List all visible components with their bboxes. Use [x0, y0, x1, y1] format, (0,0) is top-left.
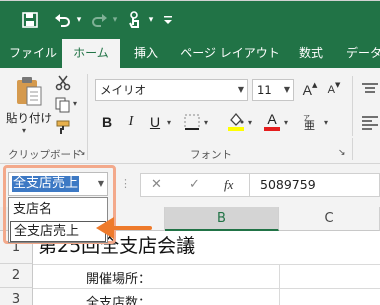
- formula-bar-grip-icon[interactable]: ⋮: [120, 178, 131, 190]
- cell-a2[interactable]: 開催場所：: [86, 268, 151, 287]
- tab-file[interactable]: ファイル: [6, 38, 60, 68]
- italic-button[interactable]: I: [122, 112, 140, 132]
- top-align-icon[interactable]: [360, 80, 380, 100]
- tab-home[interactable]: ホーム: [62, 39, 120, 68]
- copy-dropdown-icon[interactable]: ▾: [73, 99, 77, 108]
- clipboard-group-label: クリップボード: [8, 149, 82, 161]
- row-header-3[interactable]: 3: [0, 288, 33, 305]
- ribbon: 貼り付け ▾ ▾ クリップボード ↘ メイリオ ▼ 11 ▼ A ▲ A ▼ B I…: [0, 68, 380, 164]
- copy-icon[interactable]: [54, 96, 72, 114]
- underline-dropdown-icon[interactable]: ▾: [167, 118, 171, 127]
- undo-icon[interactable]: [52, 9, 74, 31]
- tab-data[interactable]: データ: [340, 38, 380, 68]
- font-group-label: フォント: [190, 149, 232, 161]
- svg-text:亜: 亜: [304, 120, 315, 131]
- undo-dropdown-icon[interactable]: ▾: [74, 9, 84, 31]
- font-name-value: メイリオ: [100, 83, 146, 97]
- group-separator: [87, 74, 88, 160]
- quick-access-toolbar: ▾ ▾ ▾: [0, 0, 380, 38]
- cancel-formula-button[interactable]: ✕: [151, 177, 162, 192]
- tab-formulas[interactable]: 数式: [286, 38, 336, 68]
- tab-insert[interactable]: 挿入: [122, 38, 170, 68]
- increase-font-size-icon[interactable]: A ▲: [300, 80, 320, 100]
- insert-function-button[interactable]: fx: [224, 177, 233, 193]
- decrease-font-size-icon[interactable]: A ▼: [324, 80, 344, 100]
- ribbon-tabs: ファイル ホーム 挿入 ページ レイアウト 数式 データ: [0, 38, 380, 68]
- font-color-dropdown-icon[interactable]: ▾: [284, 118, 288, 127]
- touch-mode-dropdown-icon[interactable]: ▾: [146, 9, 156, 31]
- clipboard-launcher-icon[interactable]: ↘: [78, 148, 86, 158]
- touch-mode-icon[interactable]: [124, 9, 146, 31]
- chevron-down-icon: ▼: [283, 85, 290, 94]
- bold-button[interactable]: B: [98, 112, 116, 132]
- font-size-select[interactable]: 11 ▼: [252, 79, 294, 101]
- font-name-select[interactable]: メイリオ ▼: [95, 79, 248, 101]
- fill-color-dropdown-icon[interactable]: ▾: [248, 118, 252, 127]
- redo-dropdown-icon[interactable]: ▾: [110, 9, 120, 31]
- group-separator: [352, 76, 353, 136]
- chevron-down-icon: ▼: [237, 85, 244, 94]
- fill-color-icon[interactable]: [226, 110, 246, 132]
- formula-bar-buttons: ✕ ✓ fx: [140, 173, 250, 197]
- tab-page-layout[interactable]: ページ レイアウト: [176, 38, 284, 68]
- phonetic-guide-icon[interactable]: ア亜: [300, 110, 322, 132]
- gridline: [279, 264, 280, 305]
- underline-button[interactable]: U: [146, 112, 164, 132]
- column-header-b[interactable]: B: [165, 207, 279, 231]
- enter-formula-button[interactable]: ✓: [189, 177, 200, 192]
- font-size-value: 11: [257, 83, 272, 97]
- save-icon[interactable]: [20, 9, 40, 31]
- cut-icon[interactable]: [54, 74, 72, 92]
- gridline: [33, 264, 380, 265]
- callout-arrow-icon: [96, 217, 152, 239]
- customize-qat-icon[interactable]: [160, 9, 176, 31]
- borders-icon[interactable]: [182, 112, 202, 132]
- align-left-icon[interactable]: [360, 112, 380, 132]
- gridline: [33, 288, 380, 289]
- cell-a3[interactable]: 全支店数：: [86, 292, 151, 305]
- row-header-2[interactable]: 2: [0, 264, 33, 288]
- font-color-icon[interactable]: A: [262, 110, 282, 132]
- svg-text:A: A: [267, 111, 277, 127]
- redo-icon[interactable]: [88, 9, 110, 31]
- paste-dropdown-icon[interactable]: ▾: [22, 126, 26, 135]
- paste-button[interactable]: 貼り付け: [6, 110, 52, 126]
- group-separator: [352, 138, 353, 160]
- font-launcher-icon[interactable]: ↘: [338, 148, 346, 158]
- formula-input[interactable]: 5089759: [250, 173, 380, 197]
- phonetic-dropdown-icon[interactable]: ▾: [324, 118, 328, 127]
- borders-dropdown-icon[interactable]: ▾: [204, 118, 208, 127]
- format-painter-icon[interactable]: [54, 118, 72, 136]
- column-header-c[interactable]: C: [279, 207, 380, 231]
- paste-icon[interactable]: [12, 74, 46, 108]
